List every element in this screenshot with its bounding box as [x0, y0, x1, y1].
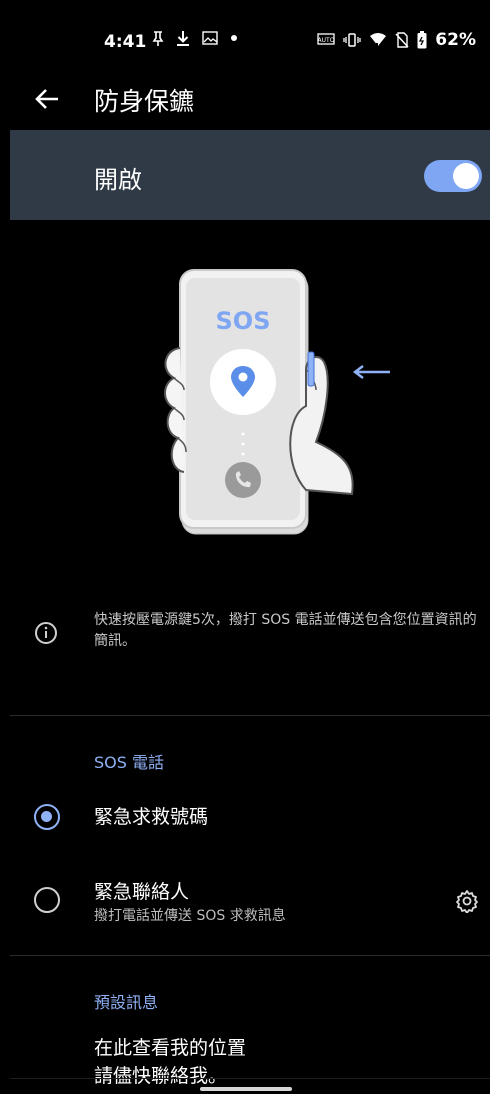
emergency-number-radio[interactable] — [34, 804, 60, 830]
sos-call-section-title: SOS 電話 — [94, 753, 164, 772]
page-title: 防身保鑣 — [94, 87, 195, 116]
screen: 4:41 AUTO 62% 防身保鑣 開啟 SOS 快速按壓電源鍵5次，撥打 S… — [10, 0, 490, 1094]
default-message-line2: 請儘快聯絡我。 — [94, 1065, 228, 1087]
sos-illustration-text: SOS — [216, 307, 271, 335]
master-switch-toggle[interactable] — [424, 160, 482, 192]
gear-icon[interactable] — [454, 888, 480, 914]
divider — [10, 955, 490, 956]
master-switch-label: 開啟 — [94, 166, 142, 194]
battery-percent: 62% — [435, 30, 476, 50]
wifi-icon — [369, 32, 387, 48]
status-time: 4:41 — [104, 32, 147, 52]
vibrate-icon — [343, 33, 361, 47]
master-switch-row[interactable]: 開啟 — [10, 130, 490, 220]
back-arrow-icon[interactable] — [30, 82, 64, 116]
battery-icon — [417, 31, 427, 49]
info-text: 快速按壓電源鍵5次，撥打 SOS 電話並傳送包含您位置資訊的簡訊。 — [94, 612, 477, 649]
info-icon — [33, 620, 59, 646]
svg-text:AUTO: AUTO — [318, 37, 335, 44]
pin-icon — [152, 30, 164, 46]
emergency-contacts-subtitle: 撥打電話並傳送 SOS 求救訊息 — [94, 908, 286, 924]
toggle-knob — [453, 163, 479, 189]
status-bar: 4:41 AUTO 62% — [10, 0, 490, 72]
no-sim-icon — [395, 32, 409, 48]
emergency-number-title: 緊急求救號碼 — [94, 806, 209, 828]
default-message-line1: 在此查看我的位置 — [94, 1037, 247, 1059]
sos-illustration: SOS — [156, 266, 390, 540]
divider — [10, 1078, 490, 1079]
dot-icon — [230, 34, 238, 42]
app-bar: 防身保鑣 — [10, 72, 490, 130]
download-icon — [176, 30, 190, 46]
gesture-nav-bar[interactable] — [200, 1087, 292, 1091]
auto-icon: AUTO — [317, 33, 335, 47]
emergency-contacts-radio[interactable] — [34, 887, 60, 913]
divider — [10, 715, 490, 716]
default-message-text[interactable]: 在此查看我的位置 請儘快聯絡我。 — [94, 1034, 246, 1090]
image-icon — [202, 31, 218, 45]
emergency-contacts-title: 緊急聯絡人 — [94, 881, 190, 903]
default-message-section-title: 預設訊息 — [94, 993, 159, 1012]
